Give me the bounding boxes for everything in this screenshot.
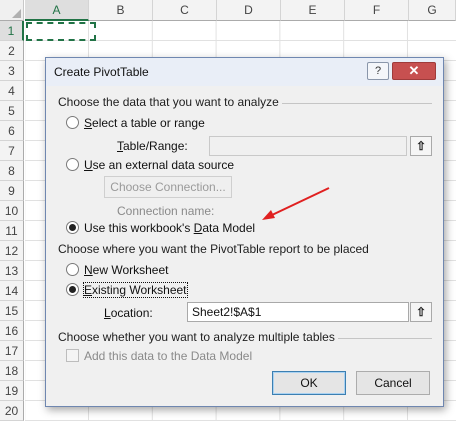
annotation-arrow-icon xyxy=(262,187,330,220)
